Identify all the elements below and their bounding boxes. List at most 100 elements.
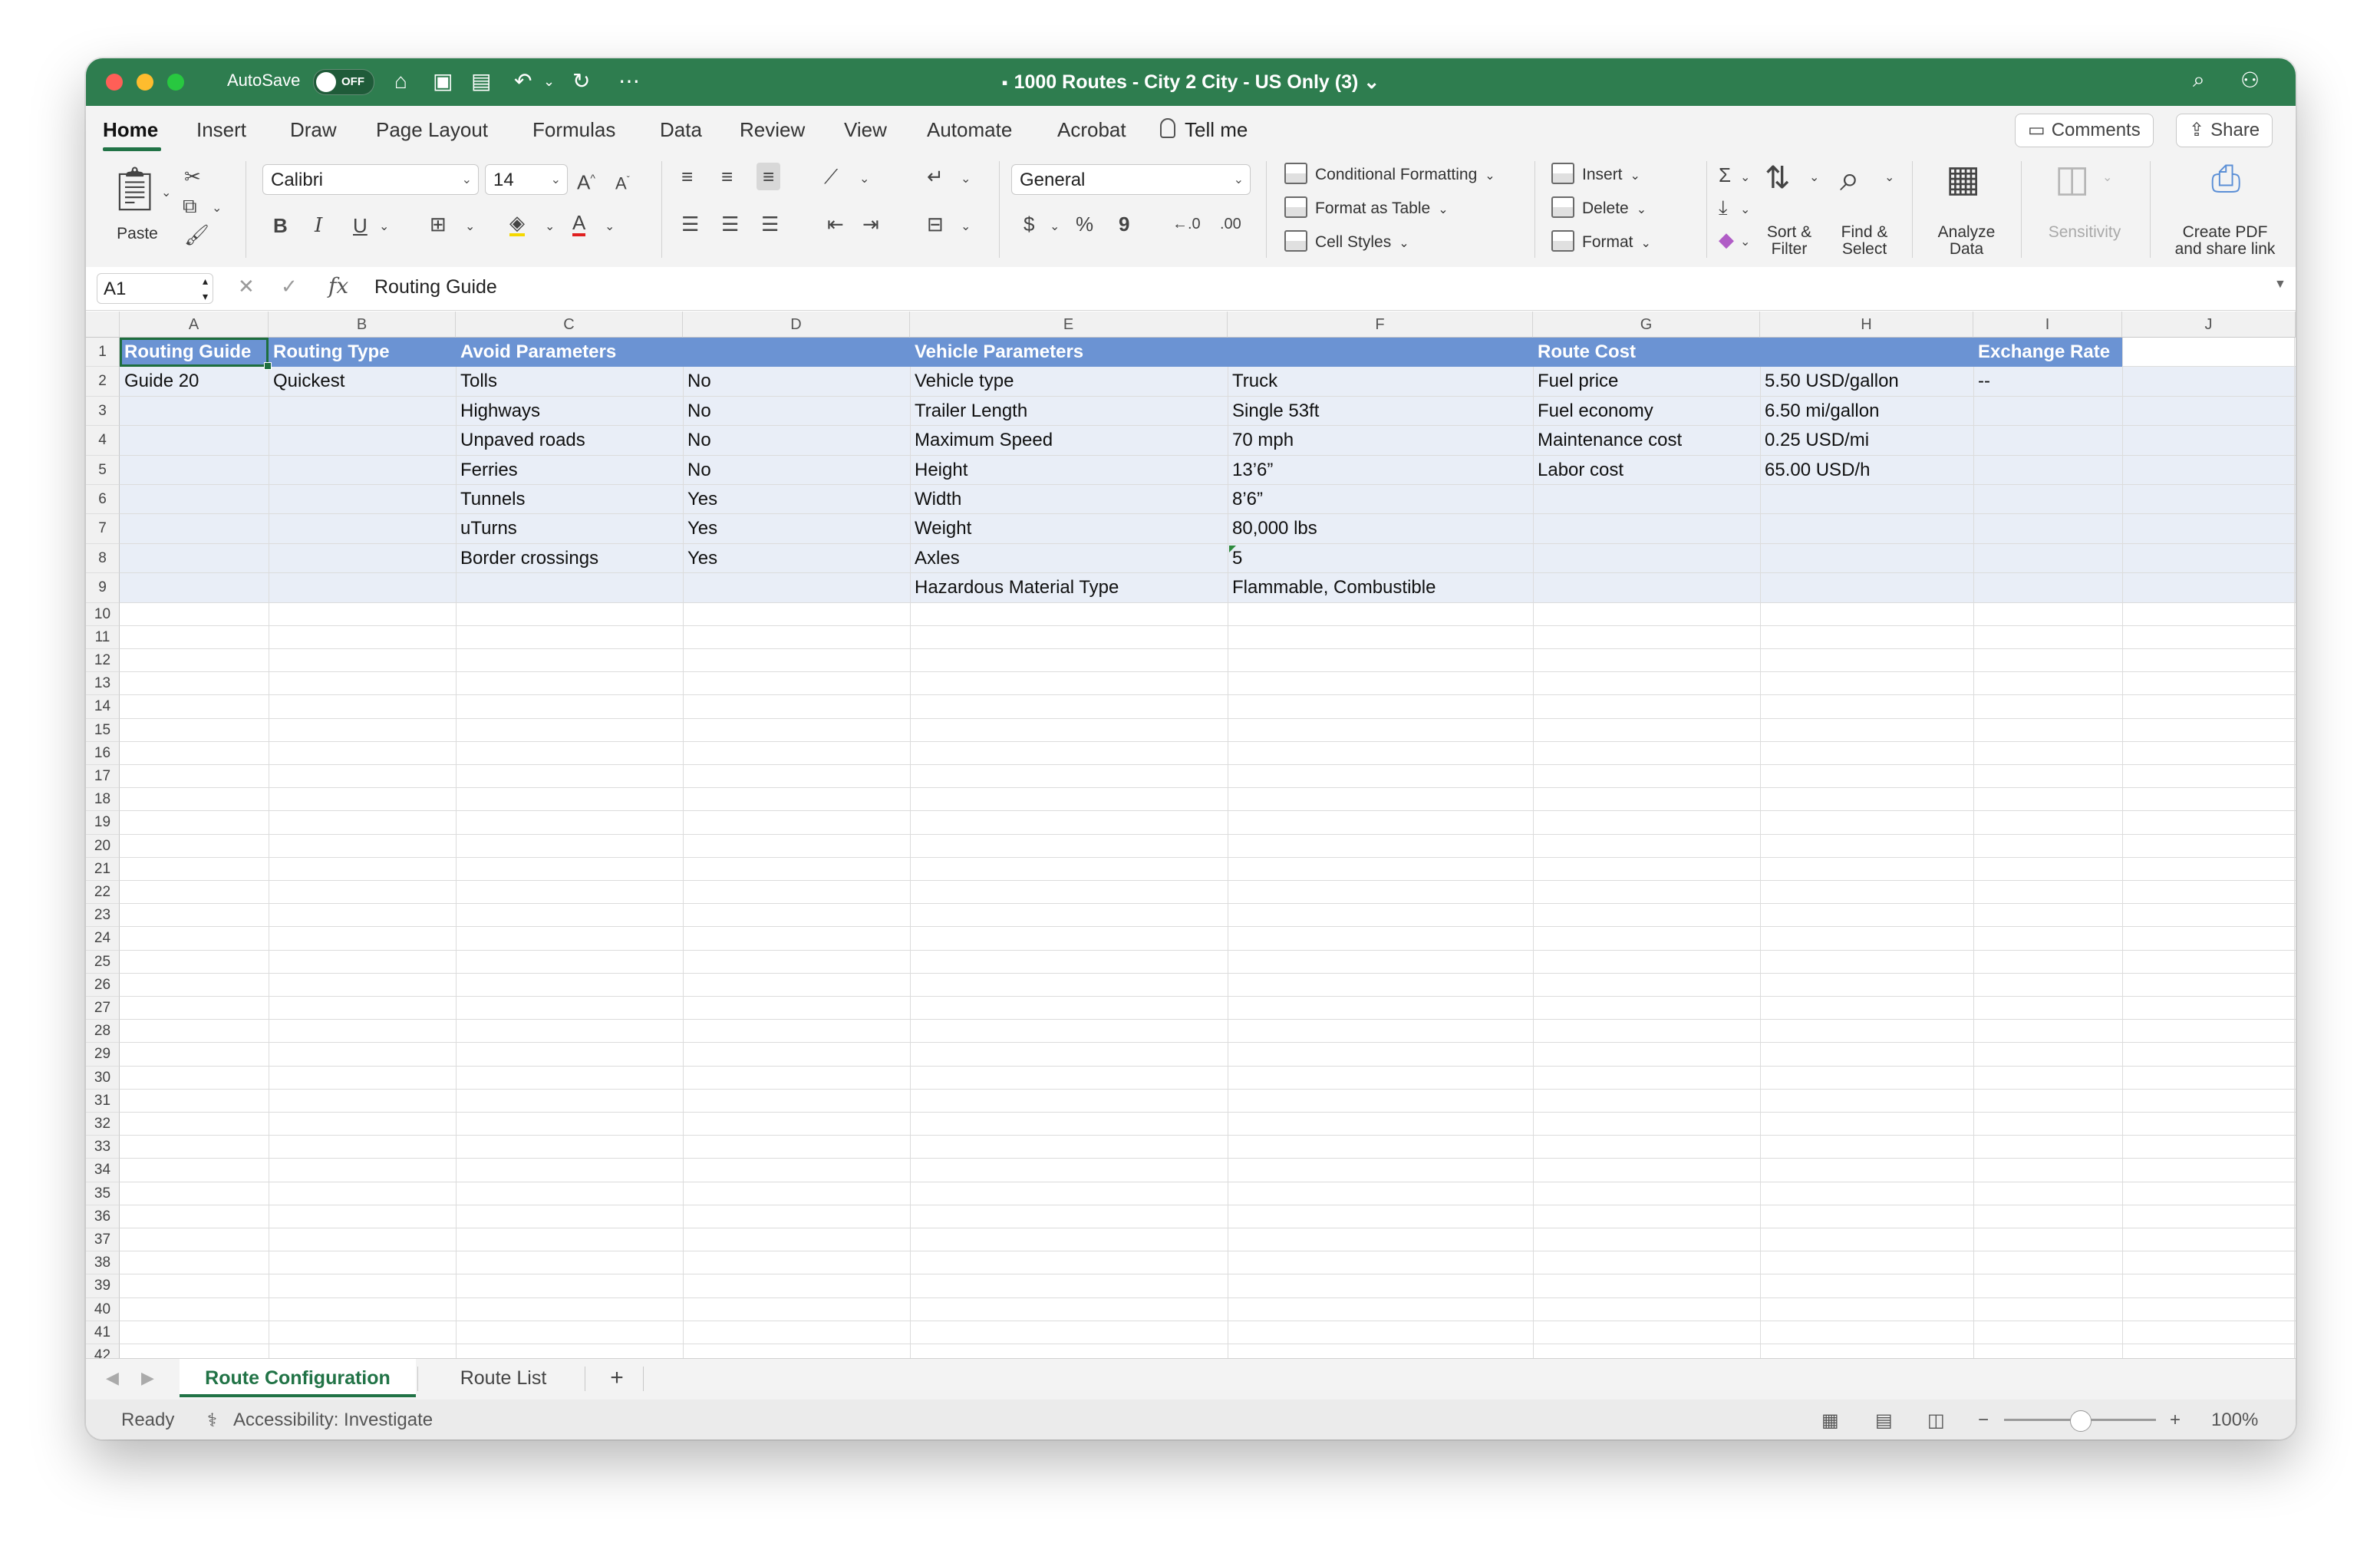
row-header[interactable]: 30 [86, 1066, 120, 1090]
row-header[interactable]: 6 [86, 485, 120, 515]
table-cell[interactable]: Border crossings [456, 544, 598, 573]
align-middle-icon[interactable]: ≡ [721, 164, 733, 189]
tab-view[interactable]: View [844, 118, 887, 142]
share-people-icon[interactable]: ⚇ [2240, 68, 2260, 93]
bold-icon[interactable]: B [273, 213, 288, 238]
row-header[interactable]: 22 [86, 881, 120, 905]
row-header[interactable]: 11 [86, 625, 120, 649]
confirm-entry-icon[interactable]: ✓ [281, 275, 298, 298]
analyze-data-icon[interactable]: ▦ [1946, 160, 1980, 199]
tab-review[interactable]: Review [740, 118, 805, 142]
align-center-icon[interactable]: ☰ [721, 212, 739, 236]
row-header[interactable]: 37 [86, 1228, 120, 1252]
row-header[interactable]: 2 [86, 367, 120, 397]
format-as-table-button[interactable]: Format as Table ⌄ [1284, 196, 1449, 218]
underline-dropdown-icon[interactable]: ⌄ [379, 215, 389, 239]
merge-center-icon[interactable]: ⊟ [927, 212, 944, 236]
table-cell[interactable]: 0.25 USD/mi [1760, 426, 1869, 455]
table-cell[interactable]: Guide 20 [120, 367, 199, 396]
zoom-slider-handle[interactable] [2070, 1410, 2092, 1432]
format-cells-button[interactable]: Format ⌄ [1551, 230, 1651, 252]
font-color-dropdown-icon[interactable]: ⌄ [605, 215, 615, 239]
row-header[interactable]: 39 [86, 1274, 120, 1298]
row-header[interactable]: 19 [86, 811, 120, 835]
currency-icon[interactable]: $ [1024, 212, 1034, 236]
function-icon[interactable]: fx [328, 273, 348, 298]
add-sheet-icon[interactable]: + [592, 1359, 641, 1397]
increase-decimal-icon[interactable]: ←.0 [1172, 212, 1201, 236]
create-pdf-icon[interactable]: ⎙ [2211, 160, 2240, 199]
decrease-font-size-icon[interactable]: Aˇ [615, 167, 630, 196]
column-header[interactable]: H [1760, 312, 1973, 338]
column-header[interactable]: D [683, 312, 910, 338]
row-header[interactable]: 36 [86, 1205, 120, 1228]
table-cell[interactable]: Tolls [456, 367, 497, 396]
table-cell[interactable]: Yes [683, 514, 717, 543]
row-header[interactable]: 9 [86, 573, 120, 603]
table-cell[interactable]: 80,000 lbs [1228, 514, 1317, 543]
table-cell[interactable]: Fuel economy [1533, 397, 1653, 426]
find-select-dropdown-icon[interactable]: ⌄ [1884, 166, 1894, 190]
row-header[interactable]: 28 [86, 1020, 120, 1044]
analyze-data-label[interactable]: Analyze Data [1924, 224, 2009, 258]
cancel-entry-icon[interactable]: ✕ [238, 275, 255, 298]
header-cell[interactable]: Avoid Parameters [456, 338, 616, 367]
align-bottom-icon[interactable]: ≡ [757, 163, 781, 190]
borders-dropdown-icon[interactable]: ⌄ [465, 215, 475, 239]
row-header[interactable]: 1 [86, 338, 120, 368]
row-header[interactable]: 12 [86, 649, 120, 673]
font-name-select[interactable]: Calibri ⌄ [262, 164, 479, 195]
table-cell[interactable]: Highways [456, 397, 540, 426]
row-header[interactable]: 4 [86, 426, 120, 456]
sheet-tab-route-list[interactable]: Route List [424, 1359, 583, 1397]
find-select-icon[interactable]: ⌕ [1840, 160, 1860, 196]
borders-icon[interactable]: ⊞ [430, 212, 447, 236]
conditional-formatting-button[interactable]: Conditional Formatting ⌄ [1284, 163, 1495, 184]
expand-formula-bar-icon[interactable]: ▼ [2274, 278, 2286, 292]
header-cell[interactable]: Routing Type [269, 338, 390, 367]
orientation-icon[interactable]: ⟋ [824, 164, 838, 189]
document-title[interactable]: ▪ 1000 Routes - City 2 City - US Only (3)… [86, 71, 2296, 94]
row-header[interactable]: 42 [86, 1344, 120, 1358]
increase-indent-icon[interactable]: ⇥ [862, 212, 879, 236]
table-cell[interactable]: Flammable, Combustible [1228, 573, 1436, 602]
orientation-dropdown-icon[interactable]: ⌄ [859, 167, 869, 192]
normal-view-icon[interactable]: ▦ [1821, 1410, 1839, 1432]
wrap-text-icon[interactable]: ↵ [927, 164, 944, 189]
fill-color-icon[interactable]: ◈ [509, 212, 525, 236]
table-cell[interactable]: 6.50 mi/gallon [1760, 397, 1879, 426]
table-cell[interactable]: Fuel price [1533, 367, 1618, 396]
table-cell[interactable]: Labor cost [1533, 456, 1623, 485]
table-cell[interactable]: 8’6” [1228, 485, 1263, 514]
tab-page-layout[interactable]: Page Layout [376, 118, 488, 142]
select-all-corner[interactable] [86, 312, 120, 338]
row-header[interactable]: 16 [86, 741, 120, 765]
italic-icon[interactable]: I [315, 213, 322, 238]
sort-filter-label[interactable]: Sort & Filter [1757, 224, 1821, 258]
zoom-in-icon[interactable]: + [2170, 1410, 2181, 1431]
search-icon[interactable]: ⌕ [2193, 68, 2205, 93]
zoom-out-icon[interactable]: − [1978, 1410, 1989, 1431]
table-cell[interactable]: Vehicle type [910, 367, 1014, 396]
header-cell[interactable]: Route Cost [1533, 338, 1636, 367]
autosum-icon[interactable]: Σ [1719, 163, 1731, 187]
column-header[interactable]: E [910, 312, 1228, 338]
row-header[interactable]: 23 [86, 904, 120, 928]
table-cell[interactable]: 70 mph [1228, 426, 1294, 455]
copy-icon[interactable]: ⧉ [183, 193, 197, 218]
spreadsheet-grid[interactable]: A B C D E F G H I J 1 2 3 4 5 6 7 8 9 10 11 12 13 14 15 16 17 18 19 2… [86, 312, 2296, 1358]
align-right-icon[interactable]: ☰ [761, 212, 779, 236]
autosum-dropdown-icon[interactable]: ⌄ [1740, 166, 1750, 190]
table-cell[interactable]: Unpaved roads [456, 426, 585, 455]
percent-icon[interactable]: % [1076, 212, 1093, 236]
format-painter-icon[interactable]: 🖌︎ [184, 223, 209, 247]
tab-insert[interactable]: Insert [196, 118, 246, 142]
underline-icon[interactable]: U [353, 213, 368, 238]
sort-filter-icon[interactable]: ⇅ [1765, 161, 1791, 195]
sensitivity-icon[interactable]: ◫ [2055, 160, 2089, 199]
sensitivity-dropdown-icon[interactable]: ⌄ [2102, 166, 2112, 190]
table-cell[interactable]: Maximum Speed [910, 426, 1053, 455]
formula-input[interactable]: Routing Guide [374, 276, 497, 298]
table-cell[interactable]: -- [1973, 367, 1990, 396]
sheet-tab-route-configuration[interactable]: Route Configuration [180, 1359, 416, 1397]
